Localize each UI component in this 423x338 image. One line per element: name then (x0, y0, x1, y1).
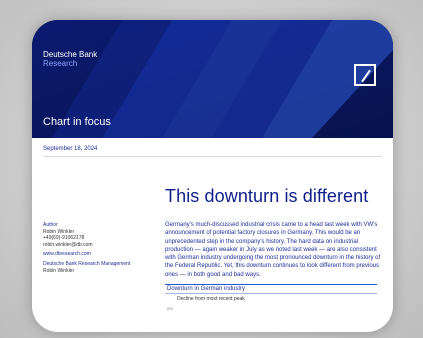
author-sidebar: Author Robin Winkler +49(69)-91062178 ro… (43, 222, 153, 274)
brand-block: Deutsche Bank Research (43, 50, 97, 68)
deutsche-bank-logo-icon (354, 64, 376, 86)
chart-tick-label: 0% (167, 306, 173, 311)
chart-title: Downturn in German industry (165, 284, 377, 294)
body-paragraph: Germany's much-discussed industrial cris… (165, 222, 381, 278)
section-title: Chart in focus (43, 116, 111, 128)
chart-subtitle: Decline from most recent peak (177, 296, 245, 302)
author-label: Author (43, 222, 58, 228)
logo-slash (361, 69, 371, 83)
document-page: Deutsche Bank Research Chart in focus Se… (32, 20, 393, 332)
website-link[interactable]: www.dbresearch.com (43, 251, 153, 258)
management-name: Robin Winkler (43, 267, 75, 274)
brand-unit: Research (43, 59, 78, 68)
page-title: This downturn is different (165, 186, 369, 206)
author-name: Robin Winkler (43, 228, 75, 235)
publication-date: September 18, 2024 (43, 146, 98, 152)
divider (43, 156, 382, 157)
author-phone: +49(69)-91062178 (43, 235, 85, 242)
header-banner: Deutsche Bank Research Chart in focus (32, 20, 393, 138)
author-email[interactable]: robin.winkler@db.com (43, 242, 153, 249)
brand-name: Deutsche Bank (43, 50, 98, 59)
management-label: Deutsche Bank Research Management (43, 260, 131, 267)
chart-preview: Downturn in German industry Decline from… (165, 284, 387, 328)
